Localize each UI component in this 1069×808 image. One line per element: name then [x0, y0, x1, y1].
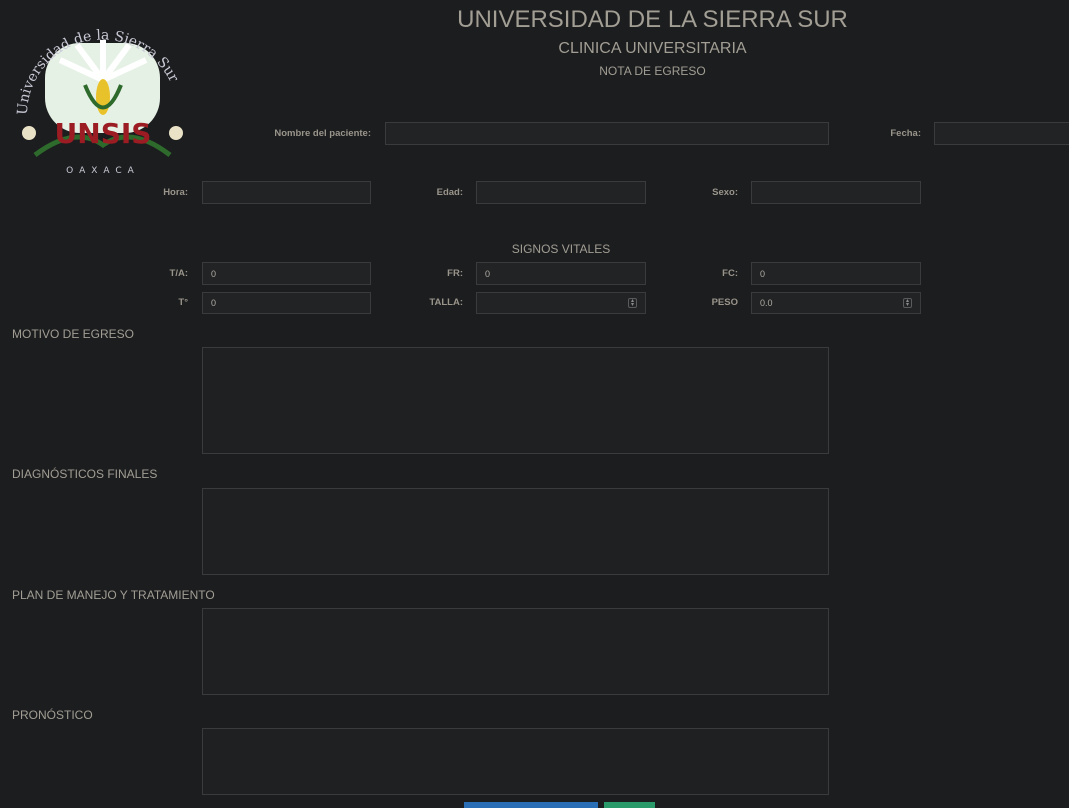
fr-input[interactable]: 0 — [476, 262, 646, 285]
temperature-value: 0 — [211, 298, 217, 308]
ta-value: 0 — [211, 268, 217, 279]
talla-input[interactable]: ▴ ▾ — [476, 292, 646, 314]
ta-label: T/A: — [169, 268, 188, 279]
talla-stepper-icon[interactable]: ▴ ▾ — [628, 298, 637, 308]
plan-textarea[interactable] — [202, 608, 829, 695]
peso-stepper-icon[interactable]: ▴ ▾ — [903, 298, 912, 308]
logo-bottom-text: OAXACA — [66, 166, 140, 176]
logo-name: UNSIS — [55, 117, 152, 150]
hora-label: Hora: — [163, 187, 188, 198]
patient-name-input[interactable] — [385, 122, 829, 145]
university-logo: Universidad de la Sierra Sur UNSIS OAXAC… — [15, 5, 190, 177]
success-button[interactable] — [604, 802, 655, 808]
fecha-label: Fecha: — [890, 128, 921, 139]
pronostico-heading: PRONÓSTICO — [12, 708, 93, 722]
fr-value: 0 — [485, 268, 491, 279]
edad-label: Edad: — [436, 187, 463, 198]
hora-input[interactable] — [202, 181, 371, 204]
fecha-input[interactable] — [934, 122, 1069, 145]
peso-input[interactable]: 0.0 ▴ ▾ — [751, 292, 921, 314]
primary-button[interactable] — [464, 802, 598, 808]
diagnosticos-heading: DIAGNÓSTICOS FINALES — [12, 467, 158, 481]
peso-label: PESO — [711, 297, 738, 308]
edad-input[interactable] — [476, 181, 646, 204]
document-type: NOTA DE EGRESO — [599, 64, 706, 78]
talla-label: TALLA: — [429, 297, 463, 308]
peso-value: 0.0 — [760, 298, 773, 308]
motivo-heading: MOTIVO DE EGRESO — [12, 327, 135, 341]
pronostico-textarea[interactable] — [202, 728, 829, 795]
diagnosticos-textarea[interactable] — [202, 488, 829, 575]
temperature-input[interactable]: 0 — [202, 292, 371, 314]
fc-input[interactable]: 0 — [751, 262, 921, 285]
sexo-label: Sexo: — [712, 187, 738, 198]
page-title: UNIVERSIDAD DE LA SIERRA SUR — [457, 6, 848, 33]
motivo-textarea[interactable] — [202, 347, 829, 454]
temperature-label: T° — [178, 297, 188, 308]
fr-label: FR: — [447, 268, 463, 279]
sexo-input[interactable] — [751, 181, 921, 204]
vitals-heading: SIGNOS VITALES — [511, 242, 611, 256]
ta-input[interactable]: 0 — [202, 262, 371, 285]
page-subtitle: CLINICA UNIVERSITARIA — [558, 40, 747, 57]
fc-value: 0 — [760, 268, 766, 279]
plan-heading: PLAN DE MANEJO Y TRATAMIENTO — [12, 588, 215, 602]
patient-name-label: Nombre del paciente: — [274, 128, 371, 139]
fc-label: FC: — [722, 268, 738, 279]
